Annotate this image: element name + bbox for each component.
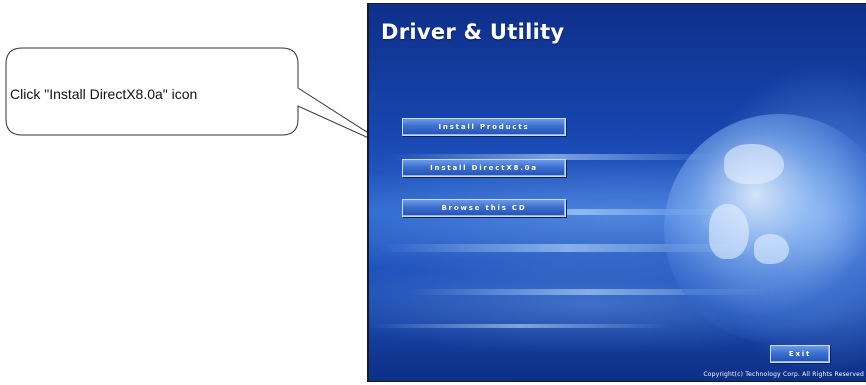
continent-shape xyxy=(754,234,789,264)
light-streak xyxy=(369,324,669,328)
globe-icon xyxy=(664,114,866,344)
installer-window: Driver & Utility Install Products Instal… xyxy=(367,3,866,382)
continent-shape xyxy=(724,144,784,184)
screenshot-stage: Click "Install DirectX8.0a" icon Driver … xyxy=(0,0,866,385)
browse-cd-button[interactable]: Browse this CD xyxy=(402,199,566,217)
install-directx-button[interactable]: Install DirectX8.0a xyxy=(402,159,566,177)
window-title: Driver & Utility xyxy=(381,20,565,44)
callout-text: Click "Install DirectX8.0a" icon xyxy=(10,86,198,102)
continent-shape xyxy=(709,204,749,259)
copyright-text: Copyright(c) Technology Corp. All Rights… xyxy=(703,371,864,378)
exit-button[interactable]: Exit xyxy=(770,345,830,363)
install-products-button[interactable]: Install Products xyxy=(402,118,566,136)
